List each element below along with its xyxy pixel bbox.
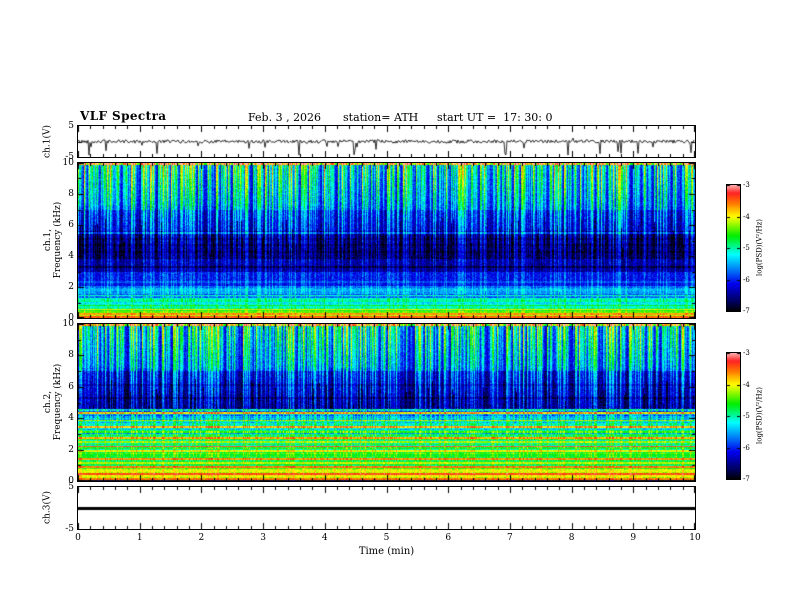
ch1-spectrogram-panel xyxy=(77,162,696,319)
colorbar-tick-label: -4 xyxy=(743,212,750,221)
y-tick-label: 10 xyxy=(62,319,74,329)
ch1-channel-label: ch.1, xyxy=(43,228,53,252)
x-tick-label: 5 xyxy=(383,533,390,543)
colorbar-tick-label: -6 xyxy=(743,275,750,284)
y-tick-label: 2 xyxy=(68,444,74,455)
x-tick-label: 3 xyxy=(260,533,266,543)
y-tick-label: 8 xyxy=(68,189,74,199)
header-start-ut: start UT = 17: 30: 0 xyxy=(437,111,553,124)
x-tick-label: 8 xyxy=(568,533,575,543)
colorbar-tick-label: -5 xyxy=(743,412,750,420)
ch2-frequency-label: Frequency (kHz) xyxy=(53,363,63,441)
header-station: station= ATH xyxy=(343,111,419,124)
colorbar-tick-label: -6 xyxy=(743,443,750,452)
ch2-spectrogram-panel xyxy=(77,323,696,482)
x-tick-label: 0 xyxy=(75,533,81,543)
ch1-frequency-label: Frequency (kHz) xyxy=(53,201,63,279)
y-tick-label: 4 xyxy=(68,251,74,261)
ch1-spectrogram-ylabel: ch.1, Frequency (kHz) xyxy=(43,160,63,320)
colorbar-tick-label: -3 xyxy=(743,349,750,357)
y-tick-label: 5 xyxy=(68,121,74,131)
x-tick-label: 6 xyxy=(445,533,452,543)
colorbar-tick-label: -4 xyxy=(743,380,750,389)
ch3-waveform-ylabel: ch.3(V) xyxy=(42,491,53,524)
y-tick-label: 4 xyxy=(68,413,74,424)
x-tick-label: 9 xyxy=(630,533,637,543)
plot-title: VLF Spectra xyxy=(80,109,167,123)
x-tick-label: 4 xyxy=(321,533,328,543)
y-tick-label: 6 xyxy=(68,381,74,392)
y-tick-label: 5 xyxy=(68,482,74,492)
colorbar-tick-label: -3 xyxy=(743,181,750,189)
x-tick-label: 1 xyxy=(136,533,143,543)
x-tick-label: 10 xyxy=(689,533,701,543)
ch3-waveform-panel xyxy=(77,486,696,530)
y-tick-label: 8 xyxy=(68,350,74,361)
ch1-waveform-panel xyxy=(77,125,696,158)
x-axis-title: Time (min) xyxy=(358,546,415,557)
colorbar-ch1 xyxy=(726,184,741,312)
vlf-spectra-figure: VLF Spectra Feb. 3 , 2026 station= ATH s… xyxy=(0,0,792,612)
colorbar-tick-label: -7 xyxy=(743,475,750,483)
colorbar-tick-label: -5 xyxy=(743,244,750,252)
colorbar-tick-label: -7 xyxy=(743,307,750,315)
y-tick-label: -5 xyxy=(65,524,74,534)
x-tick-label: 2 xyxy=(198,533,205,543)
y-tick-label: -5 xyxy=(65,152,74,162)
y-tick-label: 6 xyxy=(68,220,74,230)
colorbar-ch2 xyxy=(726,352,741,480)
y-tick-label: 2 xyxy=(68,282,74,292)
header-date: Feb. 3 , 2026 xyxy=(248,111,322,124)
x-tick-label: 7 xyxy=(507,533,513,543)
